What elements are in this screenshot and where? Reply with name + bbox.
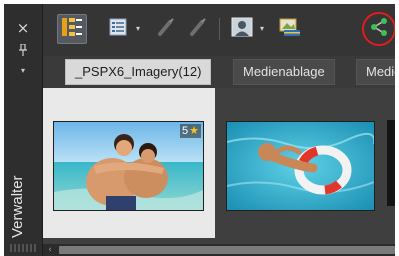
toolbar: ▾ ▾ bbox=[43, 4, 395, 56]
share-button[interactable] bbox=[362, 12, 395, 46]
navigation-tree-icon bbox=[61, 17, 83, 42]
brush-alt-icon bbox=[188, 17, 208, 42]
tab-bar: _PSPX6_Imagery(12) Medienablage Medie bbox=[43, 56, 395, 88]
scrollbar-thumb[interactable] bbox=[59, 246, 395, 254]
horizontal-scrollbar[interactable]: ‹ bbox=[43, 244, 395, 256]
scroll-left-icon[interactable]: ‹ bbox=[45, 244, 55, 256]
details-view-button[interactable] bbox=[103, 14, 133, 44]
tab-medie[interactable]: Medie bbox=[356, 59, 395, 85]
navigation-tree-button[interactable] bbox=[57, 14, 87, 44]
rating-badge: 5 ★ bbox=[180, 124, 201, 138]
pool-swim-ring-photo bbox=[227, 122, 374, 210]
share-icon bbox=[369, 17, 389, 42]
resize-grip[interactable] bbox=[10, 244, 36, 252]
details-view-menu-caret[interactable]: ▾ bbox=[133, 24, 143, 34]
map-button[interactable] bbox=[275, 14, 305, 44]
tab-pspx6-imagery[interactable]: _PSPX6_Imagery(12) bbox=[65, 59, 212, 85]
thumbnail-pool-swim-ring[interactable] bbox=[226, 121, 375, 211]
thumbnail-area: 5 ★ bbox=[43, 88, 395, 244]
retouch-brush-button[interactable] bbox=[151, 14, 181, 44]
panel-title[interactable]: Verwalter bbox=[9, 168, 27, 238]
star-icon: ★ bbox=[189, 124, 199, 137]
image-map-icon bbox=[278, 17, 302, 42]
organizer-panel-rail: × ▾ Verwalter bbox=[4, 4, 43, 256]
details-view-icon bbox=[108, 17, 128, 42]
app-window: × ▾ Verwalter ▾ ▾ _PSPX6_Imagery(12) Med… bbox=[4, 4, 395, 256]
retouch-brush-alt-button[interactable] bbox=[183, 14, 213, 44]
brush-icon bbox=[156, 17, 176, 42]
people-menu-caret[interactable]: ▾ bbox=[257, 24, 267, 34]
thumbnail-couple-beach[interactable]: 5 ★ bbox=[53, 121, 204, 211]
toolbar-separator bbox=[219, 18, 220, 40]
rating-value: 5 bbox=[182, 125, 189, 137]
tab-medienablage[interactable]: Medienablage bbox=[233, 59, 335, 85]
close-panel-icon[interactable]: × bbox=[4, 20, 42, 36]
person-portrait-icon bbox=[231, 17, 253, 42]
panel-menu-icon[interactable]: ▾ bbox=[4, 66, 42, 76]
thumbnail-partial[interactable] bbox=[387, 120, 395, 206]
pin-panel-icon[interactable] bbox=[4, 43, 42, 59]
people-button[interactable] bbox=[227, 14, 257, 44]
